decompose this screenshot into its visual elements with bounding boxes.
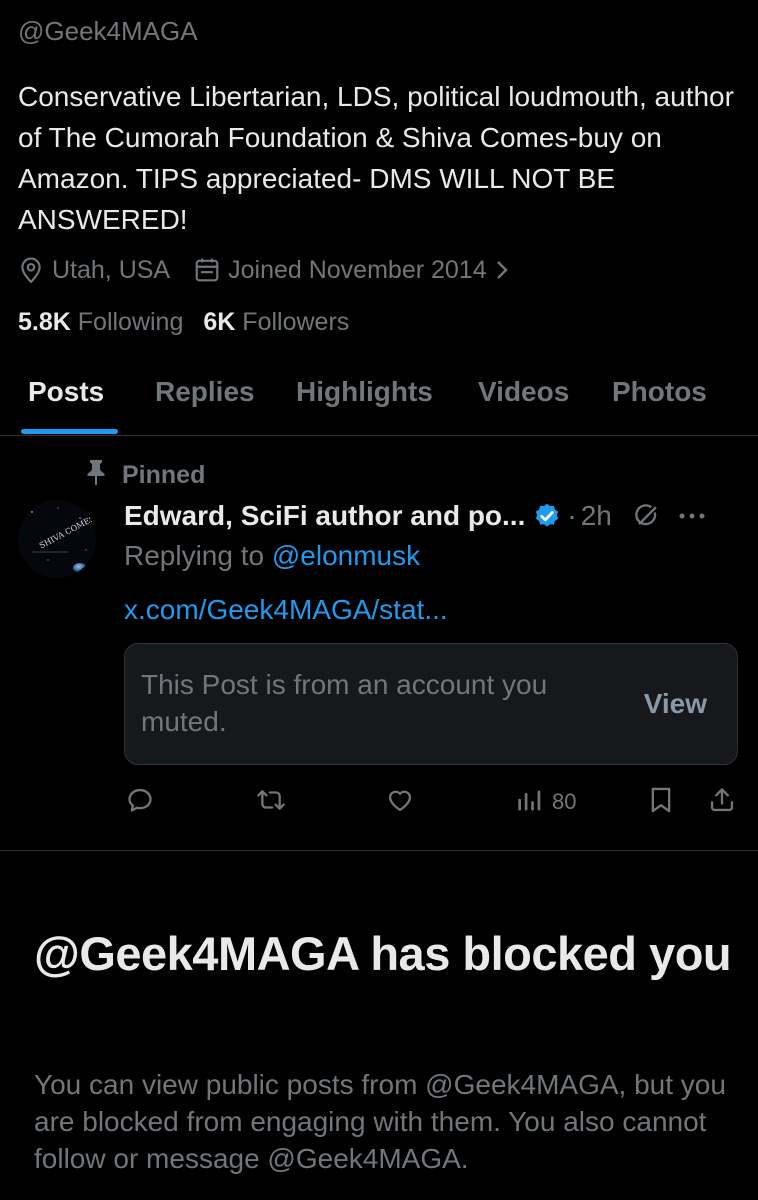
joined-date[interactable]: Joined November 2014 <box>194 256 509 285</box>
muted-notice: This Post is from an account you muted. <box>141 669 548 737</box>
view-button[interactable]: View <box>644 688 707 720</box>
reply-button[interactable] <box>126 782 154 822</box>
tab-replies[interactable]: Replies <box>155 376 255 408</box>
replying-to: Replying to @elonmusk <box>124 540 420 572</box>
followers-label: Followers <box>242 308 350 336</box>
followers-count: 6K <box>203 308 236 336</box>
pinned-text: Pinned <box>122 460 206 489</box>
tab-posts[interactable]: Posts <box>28 376 104 408</box>
blocked-title: @Geek4MAGA has blocked you <box>34 927 732 980</box>
avatar[interactable]: SHIVA COMES <box>18 500 96 578</box>
share-button[interactable] <box>708 782 736 822</box>
muted-post-card: This Post is from an account you muted. … <box>124 643 738 765</box>
joined-text: Joined November 2014 <box>228 255 487 284</box>
author-name[interactable]: Edward, SciFi author and po... <box>124 500 525 532</box>
reply-icon <box>126 786 154 819</box>
post-header: Edward, SciFi author and po... · 2h <box>124 496 744 536</box>
views-count: 80 <box>552 789 577 814</box>
active-tab-indicator <box>21 429 118 434</box>
profile-handle: @Geek4MAGA <box>18 16 198 46</box>
verified-badge-icon <box>533 502 561 530</box>
bookmark-icon <box>648 786 674 819</box>
views-icon <box>516 786 544 819</box>
location: Utah, USA <box>18 256 170 285</box>
followers-link[interactable]: 6K Followers <box>203 308 349 337</box>
follow-counts: 5.8K Following 6K Followers <box>18 308 369 337</box>
profile-meta: Utah, USA Joined November 2014 <box>18 252 509 288</box>
divider <box>0 850 758 851</box>
chevron-right-icon <box>495 259 509 281</box>
location-text: Utah, USA <box>52 255 171 284</box>
pinned-label: Pinned <box>84 458 205 492</box>
blocked-message: You can view public posts from @Geek4MAG… <box>34 1069 726 1174</box>
post-time[interactable]: 2h <box>581 500 612 532</box>
like-button[interactable] <box>386 782 414 822</box>
profile-tabs: Posts Replies Highlights Videos Photos <box>0 370 758 436</box>
like-icon <box>386 786 414 819</box>
repost-button[interactable] <box>256 782 286 822</box>
views-button[interactable]: 80 <box>516 782 576 822</box>
post-actions: 80 <box>0 782 758 822</box>
repost-icon <box>256 786 286 819</box>
share-icon <box>708 786 736 819</box>
profile-bio: Conservative Libertarian, LDS, political… <box>18 81 734 235</box>
pin-icon <box>84 458 122 493</box>
following-count: 5.8K <box>18 308 71 336</box>
tab-photos[interactable]: Photos <box>612 376 707 408</box>
bookmark-button[interactable] <box>648 782 674 822</box>
divider <box>0 435 758 436</box>
tab-highlights[interactable]: Highlights <box>296 376 433 408</box>
separator-dot: · <box>567 500 577 531</box>
more-icon[interactable] <box>678 512 706 520</box>
replying-to-handle[interactable]: @elonmusk <box>272 540 420 571</box>
location-pin-icon <box>18 256 44 284</box>
replying-prefix: Replying to <box>124 540 265 571</box>
following-label: Following <box>77 308 184 336</box>
post-link[interactable]: x.com/Geek4MAGA/stat... <box>124 594 448 626</box>
calendar-icon <box>194 257 220 283</box>
tab-videos[interactable]: Videos <box>478 376 569 408</box>
following-link[interactable]: 5.8K Following <box>18 308 183 337</box>
grok-icon[interactable] <box>632 502 660 530</box>
